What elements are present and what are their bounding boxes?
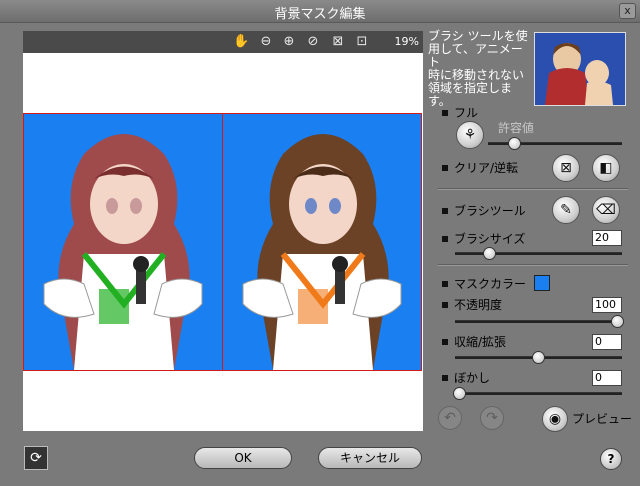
brush-size-slider-handle[interactable] bbox=[483, 247, 496, 260]
fit-icon[interactable]: ⊠ bbox=[331, 35, 345, 49]
bullet bbox=[442, 208, 448, 214]
preview-label[interactable]: プレビュー bbox=[572, 410, 632, 427]
bullet bbox=[442, 302, 448, 308]
blur-slider-handle[interactable] bbox=[453, 387, 466, 400]
brush-size-field[interactable]: 20 bbox=[592, 230, 622, 246]
eraser-button[interactable]: ⌫ bbox=[592, 196, 620, 224]
blur-label: ぼかし bbox=[454, 371, 491, 385]
blur-slider[interactable] bbox=[455, 392, 622, 395]
bullet bbox=[442, 375, 448, 381]
refresh-button[interactable]: ⟳ bbox=[24, 446, 48, 470]
clear-invert-label: クリア/逆転 bbox=[454, 161, 519, 175]
zoom-out-icon[interactable]: ⊖ bbox=[259, 35, 273, 49]
opacity-slider[interactable] bbox=[455, 320, 622, 323]
image-area[interactable] bbox=[23, 113, 423, 371]
invert-mask-button[interactable]: ◧ bbox=[592, 154, 620, 182]
preview-eye-icon[interactable]: ◉ bbox=[542, 406, 568, 432]
brush-size-label: ブラシサイズ bbox=[454, 232, 526, 246]
zoom-in-icon[interactable]: ⊕ bbox=[282, 35, 296, 49]
separator bbox=[438, 264, 628, 266]
no-mask-icon[interactable]: ⊘ bbox=[306, 35, 320, 49]
shrink-expand-field[interactable]: 0 bbox=[592, 334, 622, 350]
bullet bbox=[442, 339, 448, 345]
undo-button[interactable]: ↶ bbox=[438, 406, 462, 430]
mask-color-label: マスクカラー bbox=[454, 277, 527, 291]
original-image[interactable] bbox=[222, 113, 422, 371]
blur-field[interactable]: 0 bbox=[592, 370, 622, 386]
tolerance-slider-handle[interactable] bbox=[508, 137, 521, 150]
separator bbox=[438, 188, 628, 190]
bullet bbox=[442, 165, 448, 171]
cancel-button[interactable]: キャンセル bbox=[318, 447, 422, 469]
help-line: 用して、アニメート bbox=[428, 42, 523, 69]
bullet bbox=[442, 281, 448, 287]
image-canvas[interactable] bbox=[23, 53, 423, 431]
actual-size-icon[interactable]: ⊡ bbox=[355, 35, 369, 49]
zoom-level: 19% bbox=[394, 35, 419, 48]
opacity-slider-handle[interactable] bbox=[611, 315, 624, 328]
hand-icon[interactable]: ✋ bbox=[233, 35, 249, 49]
brush-size-slider[interactable] bbox=[455, 252, 622, 255]
canvas-frame: ✋ ⊖ ⊕ ⊘ ⊠ ⊡ 19% bbox=[23, 31, 423, 431]
bullet bbox=[442, 110, 448, 116]
mask-preview-image[interactable] bbox=[23, 113, 223, 371]
full-label: フル bbox=[454, 106, 479, 120]
clear-mask-button[interactable]: ⊠ bbox=[552, 154, 580, 182]
opacity-label: 不透明度 bbox=[454, 298, 503, 312]
help-text: ブラシ ツールを使 用して、アニメート 時に移動されない 領域を指定します。 bbox=[428, 30, 530, 108]
magic-wand-button[interactable]: ⚘ bbox=[456, 121, 484, 149]
brush-button[interactable]: ✎ bbox=[552, 196, 580, 224]
tolerance-label: 許容値 bbox=[498, 121, 535, 135]
help-line: 領域を指定します。 bbox=[428, 81, 513, 108]
redo-button[interactable]: ↷ bbox=[480, 406, 504, 430]
shrink-expand-label: 収縮/拡張 bbox=[454, 335, 507, 349]
opacity-field[interactable]: 100 bbox=[592, 297, 622, 313]
bullet bbox=[442, 236, 448, 242]
title-bar: 背景マスク編集 x bbox=[0, 0, 640, 23]
mask-color-swatch[interactable] bbox=[534, 275, 550, 291]
canvas-toolbar: ✋ ⊖ ⊕ ⊘ ⊠ ⊡ 19% bbox=[23, 31, 423, 53]
shrink-expand-slider-handle[interactable] bbox=[532, 351, 545, 364]
preview-thumbnail bbox=[534, 32, 626, 106]
window-title: 背景マスク編集 bbox=[274, 7, 366, 22]
close-button[interactable]: x bbox=[619, 3, 636, 19]
help-button[interactable]: ? bbox=[600, 448, 622, 470]
ok-button[interactable]: OK bbox=[194, 447, 292, 469]
brush-tool-label: ブラシツール bbox=[454, 204, 526, 218]
